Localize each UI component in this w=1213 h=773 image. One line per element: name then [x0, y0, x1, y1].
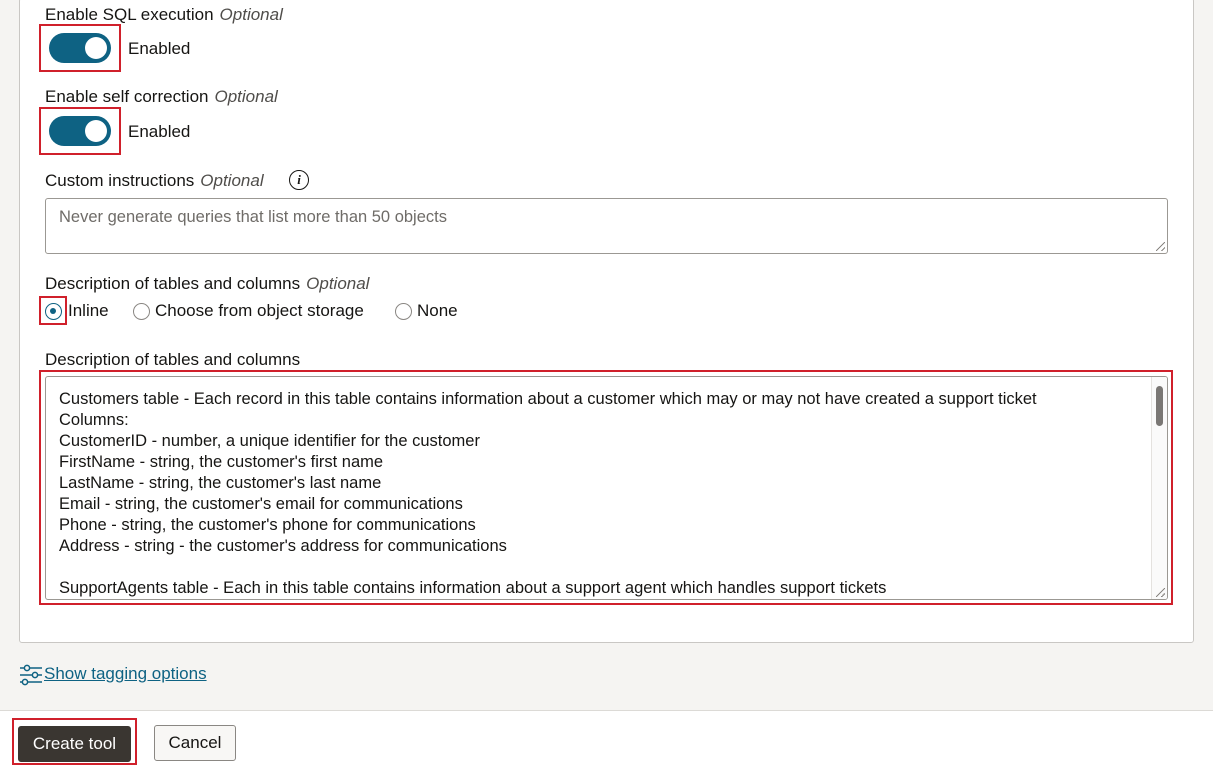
- self-correction-label: Enable self correction Optional: [45, 87, 278, 107]
- description-source-label-text: Description of tables and columns: [45, 274, 301, 293]
- description-line: Columns:: [59, 411, 129, 429]
- description-line: [59, 557, 1147, 578]
- resize-grip-icon[interactable]: [1156, 242, 1165, 251]
- self-correction-label-text: Enable self correction: [45, 87, 209, 106]
- radio-inline[interactable]: [45, 303, 62, 320]
- description-source-label: Description of tables and columns Optiona…: [45, 274, 369, 294]
- radio-none-label[interactable]: None: [417, 301, 458, 321]
- description-line: Email - string, the customer's email for…: [59, 495, 463, 513]
- description-line: SupportAgents table - Each in this table…: [59, 579, 887, 597]
- description-text-label: Description of tables and columns: [45, 350, 301, 369]
- sql-execution-toggle[interactable]: [49, 33, 111, 63]
- toggle-knob: [85, 120, 107, 142]
- self-correction-toggle[interactable]: [49, 116, 111, 146]
- optional-hint: Optional: [214, 87, 278, 106]
- sql-execution-label: Enable SQL execution Optional: [45, 5, 283, 25]
- description-line: CustomerID - number, a unique identifier…: [59, 432, 480, 450]
- radio-none[interactable]: [395, 303, 412, 320]
- description-line: Address - string - the customer's addres…: [59, 537, 507, 555]
- info-icon[interactable]: i: [289, 170, 309, 190]
- self-correction-state: Enabled: [128, 122, 191, 141]
- description-line: Phone - string, the customer's phone for…: [59, 516, 476, 534]
- create-tool-button[interactable]: Create tool: [18, 726, 131, 762]
- description-line: FirstName - string, the customer's first…: [59, 453, 384, 471]
- cancel-button[interactable]: Cancel: [154, 725, 236, 761]
- sliders-icon: [20, 664, 42, 686]
- custom-instructions-textarea[interactable]: Never generate queries that list more th…: [45, 198, 1168, 254]
- scrollbar-thumb[interactable]: [1156, 386, 1163, 426]
- radio-object-storage-label[interactable]: Choose from object storage: [155, 301, 364, 321]
- description-textarea[interactable]: Customers table - Each record in this ta…: [45, 376, 1168, 600]
- description-line: Customers table - Each record in this ta…: [59, 390, 1037, 408]
- scrollbar[interactable]: [1151, 377, 1167, 599]
- description-line: LastName - string, the customer's last n…: [59, 474, 382, 492]
- optional-hint: Optional: [200, 171, 264, 190]
- radio-object-storage[interactable]: [133, 303, 150, 320]
- custom-instructions-label: Custom instructions Optional: [45, 171, 264, 191]
- custom-instructions-placeholder: Never generate queries that list more th…: [59, 208, 447, 226]
- resize-grip-icon[interactable]: [1156, 588, 1165, 597]
- sql-execution-state: Enabled: [128, 39, 191, 58]
- custom-instructions-label-text: Custom instructions: [45, 171, 195, 190]
- description-content: Customers table - Each record in this ta…: [59, 389, 1147, 599]
- optional-hint: Optional: [306, 274, 370, 293]
- sql-execution-label-text: Enable SQL execution: [45, 5, 214, 24]
- toggle-knob: [85, 37, 107, 59]
- optional-hint: Optional: [219, 5, 283, 24]
- show-tagging-options-link[interactable]: Show tagging options: [44, 664, 207, 684]
- radio-inline-label[interactable]: Inline: [68, 301, 109, 321]
